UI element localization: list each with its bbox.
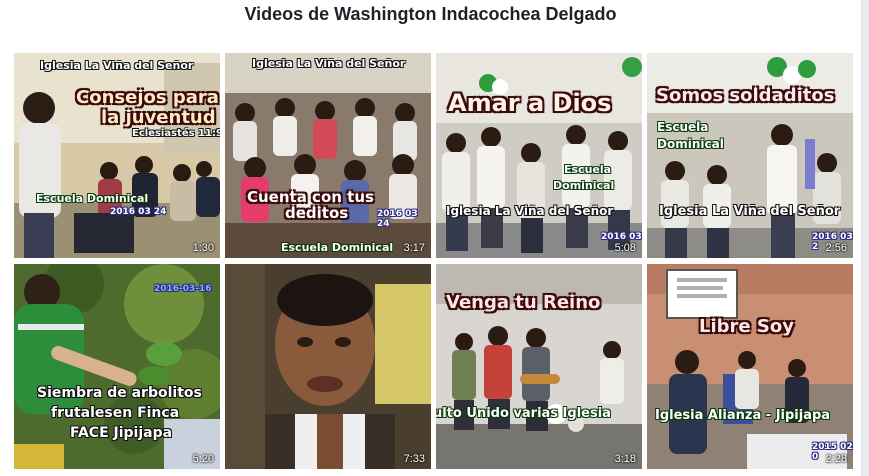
video-thumbnail[interactable]: Iglesia La Viña del Señor Consejos para … [14,53,220,258]
videos-panel: Videos de Washington Indacochea Delgado [0,0,862,476]
caption-line-2: frutalesen Finca [51,405,180,421]
caption-title-line-1: Consejos para [76,87,219,108]
video-thumbnail[interactable]: Libre Soy Iglesia Alianza - Jipijapa 201… [647,264,853,469]
caption-church: Iglesia Alianza - Jipijapa [655,408,831,423]
caption-title: Venga tu Reino [446,292,601,313]
caption-title: Somos soldaditos [656,85,835,106]
video-frame-image [436,53,642,258]
video-duration: 2:56 [825,242,847,254]
video-thumbnail[interactable]: Somos soldaditos Escuela Dominical Igles… [647,53,853,258]
video-duration: 3:18 [614,453,636,465]
caption-school-line-2: Dominical [553,179,615,192]
video-frame-image [225,264,431,469]
caption-verse: Eclesiastés 11:9 [132,128,220,139]
video-thumbnail[interactable]: Amar a Dios Escuela Dominical Iglesia La… [436,53,642,258]
video-frame-image [647,264,853,469]
caption-church: Iglesia La Viña del Señor [446,204,614,218]
date-stamp: 2016 03 24 [377,209,418,229]
caption-title: Libre Soy [699,316,794,337]
date-stamp: 2016 03 [601,232,642,242]
video-duration: 3:17 [403,242,425,254]
caption-school-line-1: Escuela [564,163,612,176]
video-thumbnail[interactable]: 7:33 [225,264,431,469]
caption-sunday-school: Escuela Dominical [36,192,149,205]
video-duration: 5:08 [614,242,636,254]
video-duration: 7:33 [403,453,425,465]
caption-title-line-2: deditos [285,204,349,222]
page-title: Videos de Washington Indacochea Delgado [244,4,617,24]
date-stamp: 2016-03-16 [154,284,212,294]
video-thumbnail[interactable]: 2016-03-16 Siembra de arbolitos frutales… [14,264,220,469]
caption-line-3: FACE Jipijapa [70,425,173,441]
caption-sunday-school: Escuela Dominical [281,241,394,254]
caption-school-line-2: Dominical [657,137,724,151]
caption-school-line-1: Escuela [657,120,709,134]
caption-church: Iglesia La Viña del Señor [252,57,406,70]
caption-church: Iglesia La Viña del Señor [659,204,841,219]
caption-line-1: Siembra de arbolitos [37,385,202,401]
caption-title: Amar a Dios [448,89,612,117]
caption-church: Iglesia La Viña del Señor [40,59,194,72]
video-duration: 1:30 [192,242,214,254]
video-frame-image [647,53,853,258]
video-duration: 5:20 [192,453,214,465]
date-stamp: 2016 03 24 [110,207,167,217]
caption-title-line-2: la juventud [101,107,216,128]
video-thumbnail[interactable]: Venga tu Reino ulto Unido varias Iglesia… [436,264,642,469]
video-duration: 2:28 [825,453,847,465]
caption-subtitle: ulto Unido varias Iglesia [436,406,611,421]
video-frame-image [14,53,220,258]
video-thumbnail[interactable]: Iglesia La Viña del Señor Cuenta con tus… [225,53,431,258]
